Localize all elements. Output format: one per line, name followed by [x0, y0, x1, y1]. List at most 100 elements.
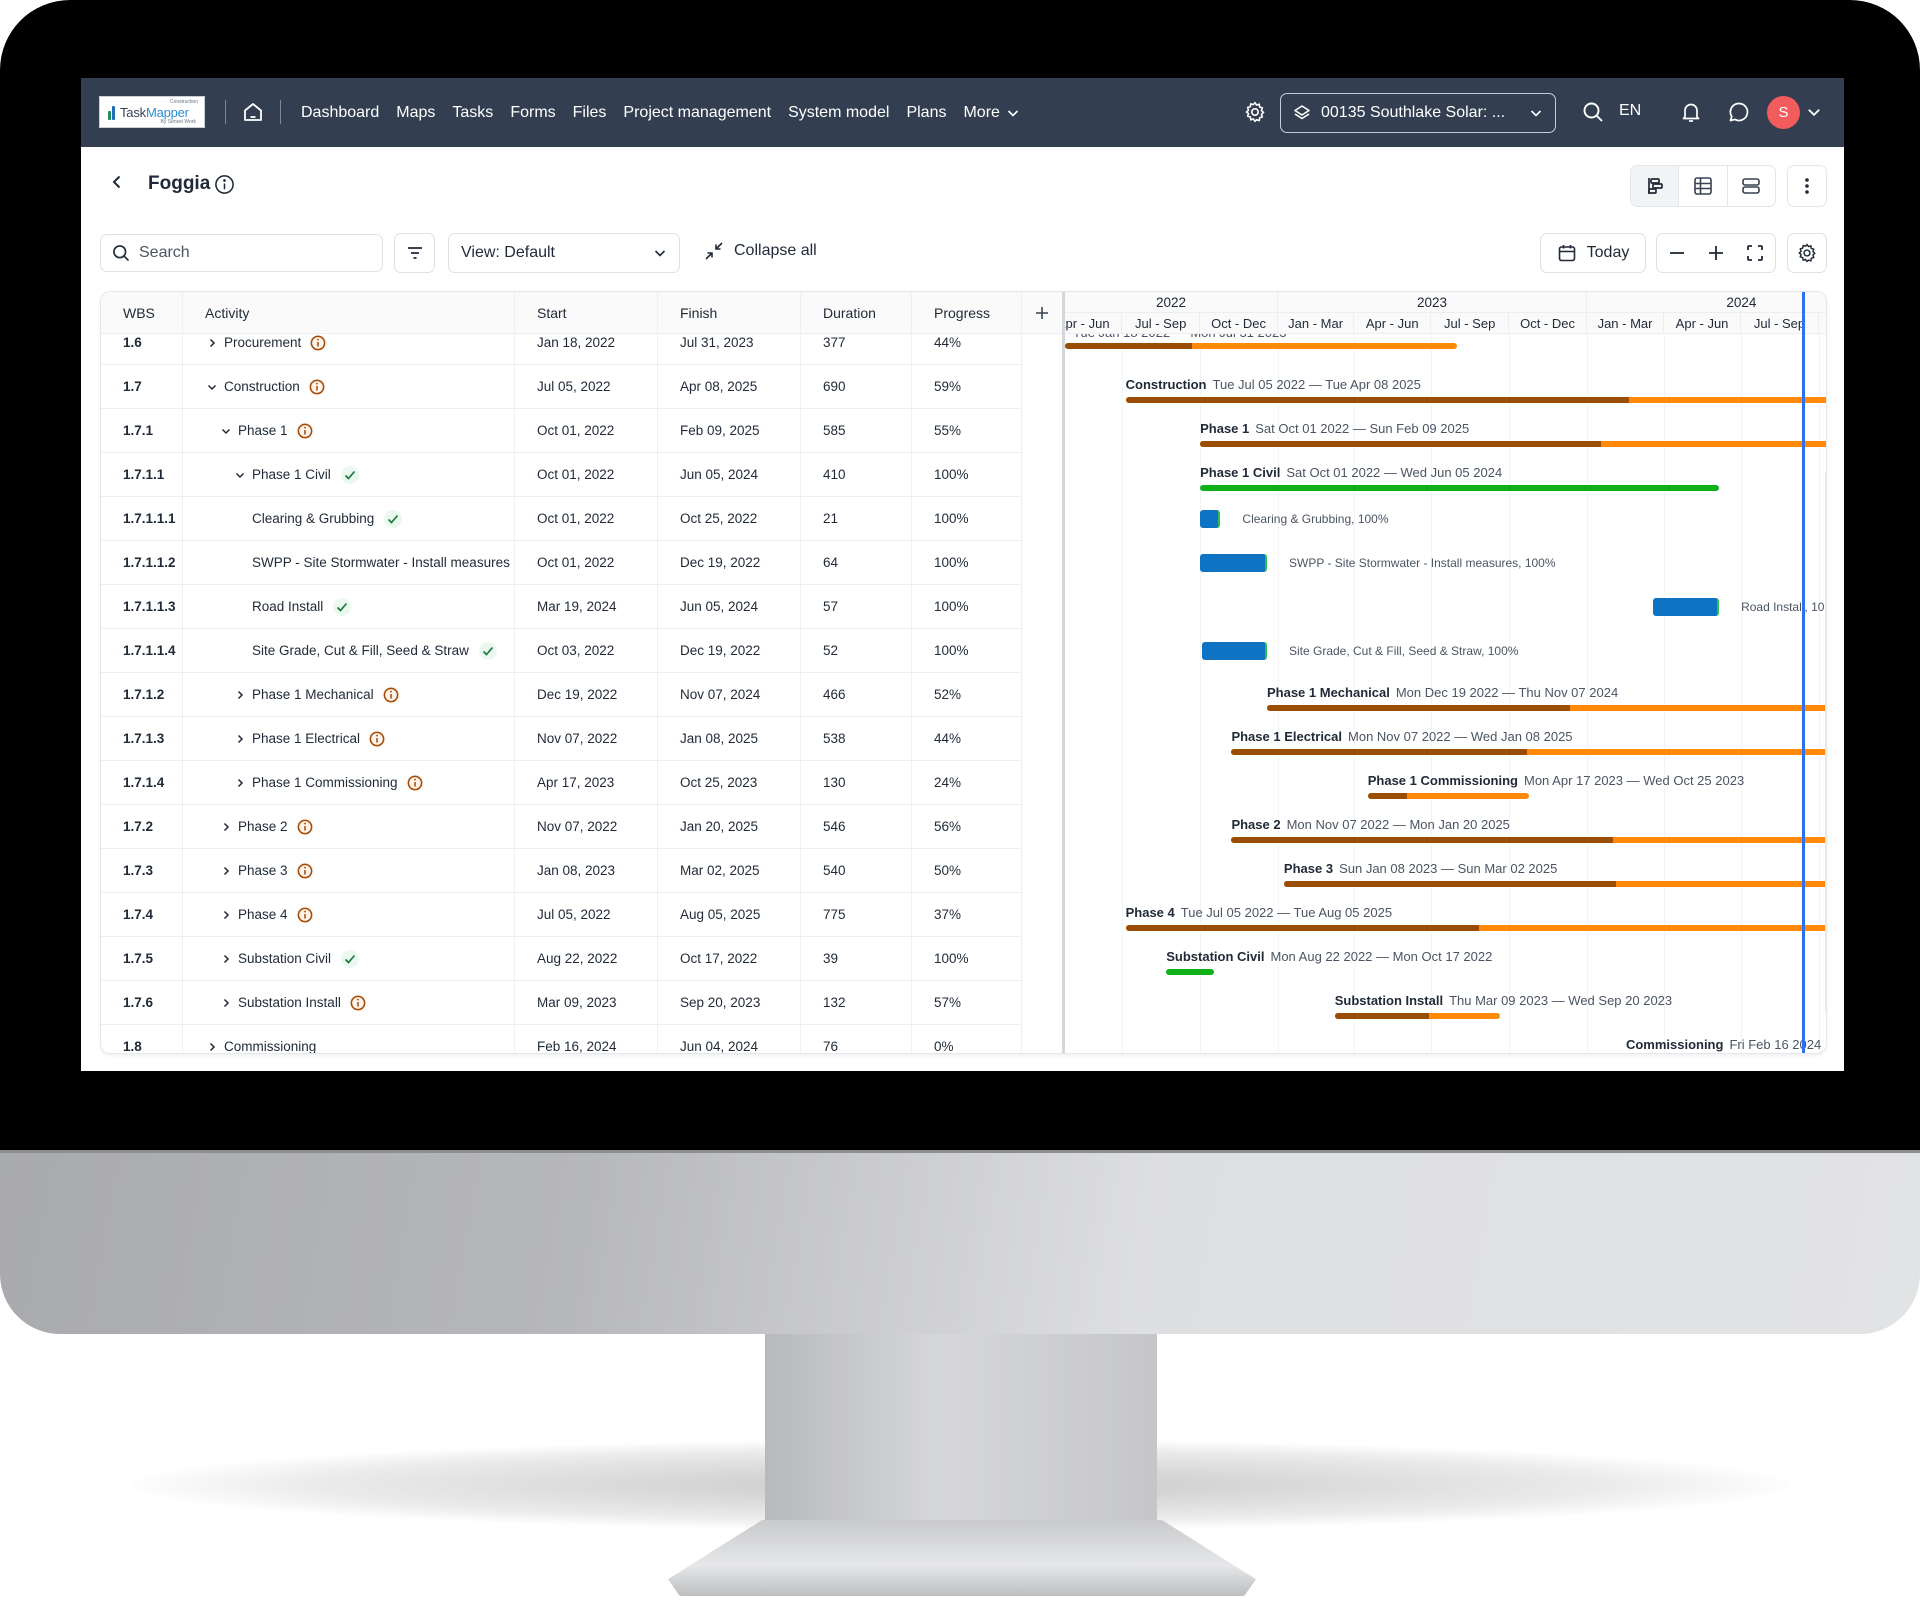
settings-gear-icon[interactable]	[1243, 100, 1267, 124]
gantt-summary-bar[interactable]	[1200, 441, 1826, 447]
gantt-settings-button[interactable]	[1787, 233, 1827, 273]
table-row[interactable]: 1.7.6 Substation Install Mar 09, 2023 Sep 2…	[101, 981, 1022, 1025]
taskmapper-logo[interactable]: TaskMapper Construction By Sensei Work	[99, 96, 205, 128]
nav-link-project-management[interactable]: Project management	[623, 104, 771, 122]
nav-link-maps[interactable]: Maps	[396, 104, 435, 122]
warning-info-icon[interactable]	[349, 994, 367, 1012]
project-selector[interactable]: 00135 Southlake Solar: ...	[1280, 93, 1556, 133]
activity-name[interactable]: Phase 1 Mechanical	[252, 673, 374, 717]
gantt-view-button[interactable]	[1631, 166, 1680, 206]
table-row[interactable]: 1.6 Procurement Jan 18, 2022 Jul 31, 2023 37…	[101, 321, 1022, 365]
warning-info-icon[interactable]	[308, 378, 326, 396]
chevron-right-icon[interactable]	[233, 734, 247, 744]
chevron-right-icon[interactable]	[219, 998, 233, 1008]
warning-info-icon[interactable]	[309, 334, 327, 352]
activity-name[interactable]: Phase 1 Commissioning	[252, 761, 398, 805]
zoom-out-icon[interactable]	[1667, 243, 1687, 263]
gantt-summary-bar[interactable]	[1231, 837, 1826, 843]
activity-name[interactable]: SWPP - Site Stormwater - Install measure…	[252, 541, 510, 585]
table-row[interactable]: 1.7.1.1.3 Road Install Mar 19, 2024 Jun 05,…	[101, 585, 1022, 629]
activity-name[interactable]: Phase 1 Civil	[252, 453, 331, 497]
chevron-right-icon[interactable]	[219, 866, 233, 876]
nav-more-menu[interactable]: More	[963, 104, 1019, 122]
bell-icon[interactable]	[1679, 100, 1703, 124]
collapse-all-button[interactable]: Collapse all	[704, 241, 817, 261]
table-view-button[interactable]	[1679, 166, 1728, 206]
chevron-right-icon[interactable]	[219, 822, 233, 832]
nav-link-tasks[interactable]: Tasks	[452, 104, 493, 122]
gantt-summary-bar[interactable]	[1231, 749, 1826, 755]
table-row[interactable]: 1.7 Construction Jul 05, 2022 Apr 08, 2025 6…	[101, 365, 1022, 409]
activity-name[interactable]: Road Install	[252, 585, 323, 629]
table-row[interactable]: 1.7.3 Phase 3 Jan 08, 2023 Mar 02, 2025 540 5…	[101, 849, 1022, 893]
activity-name[interactable]: Phase 3	[238, 849, 288, 893]
warning-info-icon[interactable]	[296, 818, 314, 836]
more-options-button[interactable]	[1787, 165, 1827, 207]
info-icon[interactable]	[214, 174, 235, 195]
table-row[interactable]: 1.7.1.1 Phase 1 Civil Oct 01, 2022 Jun 05, …	[101, 453, 1022, 497]
chevron-down-icon[interactable]	[205, 382, 219, 392]
warning-info-icon[interactable]	[296, 862, 314, 880]
activity-name[interactable]: Phase 1	[238, 409, 288, 453]
activity-name[interactable]: Procurement	[224, 321, 301, 365]
chevron-right-icon[interactable]	[219, 910, 233, 920]
nav-link-plans[interactable]: Plans	[906, 104, 946, 122]
activity-name[interactable]: Construction	[224, 365, 300, 409]
language-selector[interactable]: EN	[1619, 102, 1641, 120]
activity-name[interactable]: Phase 4	[238, 893, 288, 937]
gantt-task-bar[interactable]	[1200, 510, 1221, 528]
table-row[interactable]: 1.7.1.1.1 Clearing & Grubbing Oct 01, 2022…	[101, 497, 1022, 541]
today-button[interactable]: Today	[1540, 233, 1646, 273]
chevron-right-icon[interactable]	[233, 778, 247, 788]
activity-name[interactable]: Substation Civil	[238, 937, 331, 981]
gantt-scrollbar[interactable]	[1825, 472, 1826, 1012]
search-icon[interactable]	[1581, 100, 1605, 124]
gantt-task-bar[interactable]	[1653, 598, 1720, 616]
table-row[interactable]: 1.7.4 Phase 4 Jul 05, 2022 Aug 05, 2025 775 3…	[101, 893, 1022, 937]
warning-info-icon[interactable]	[368, 730, 386, 748]
view-select[interactable]: View: Default	[448, 233, 680, 273]
table-row[interactable]: 1.7.1.1.4 Site Grade, Cut & Fill, Seed & …	[101, 629, 1022, 673]
add-column-button[interactable]	[1022, 292, 1062, 334]
activity-name[interactable]: Commissioning	[224, 1025, 316, 1053]
chevron-right-icon[interactable]	[205, 338, 219, 348]
user-avatar[interactable]: S	[1767, 96, 1800, 129]
filter-button[interactable]	[394, 233, 435, 273]
warning-info-icon[interactable]	[382, 686, 400, 704]
home-icon[interactable]	[242, 101, 264, 123]
search-input[interactable]	[139, 244, 369, 262]
back-arrow-icon[interactable]	[109, 174, 125, 190]
activity-name[interactable]: Site Grade, Cut & Fill, Seed & Straw	[252, 629, 469, 673]
gantt-summary-bar[interactable]	[1065, 343, 1457, 349]
gantt-summary-bar[interactable]	[1367, 793, 1530, 799]
chevron-down-icon[interactable]	[219, 426, 233, 436]
nav-link-dashboard[interactable]: Dashboard	[301, 104, 379, 122]
fullscreen-icon[interactable]	[1745, 243, 1765, 263]
chevron-down-icon[interactable]	[233, 470, 247, 480]
gantt-summary-bar[interactable]	[1166, 969, 1214, 975]
list-view-button[interactable]	[1728, 166, 1775, 206]
activity-name[interactable]: Clearing & Grubbing	[252, 497, 374, 541]
chevron-right-icon[interactable]	[205, 1042, 219, 1052]
gantt-summary-bar[interactable]	[1266, 705, 1826, 711]
activity-name[interactable]: Phase 2	[238, 805, 288, 849]
table-row[interactable]: 1.7.1.3 Phase 1 Electrical Nov 07, 2022 Jan…	[101, 717, 1022, 761]
table-row[interactable]: 1.7.1.2 Phase 1 Mechanical Dec 19, 2022 Nov…	[101, 673, 1022, 717]
chevron-right-icon[interactable]	[233, 690, 247, 700]
nav-link-forms[interactable]: Forms	[510, 104, 555, 122]
gantt-summary-bar[interactable]	[1334, 1013, 1500, 1019]
table-row[interactable]: 1.7.1.4 Phase 1 Commissioning Apr 17, 2023…	[101, 761, 1022, 805]
table-row[interactable]: 1.7.5 Substation Civil Aug 22, 2022 Oct 17,…	[101, 937, 1022, 981]
table-row[interactable]: 1.7.1 Phase 1 Oct 01, 2022 Feb 09, 2025 585 5…	[101, 409, 1022, 453]
zoom-in-icon[interactable]	[1706, 243, 1726, 263]
warning-info-icon[interactable]	[406, 774, 424, 792]
table-row[interactable]: 1.7.2 Phase 2 Nov 07, 2022 Jan 20, 2025 546 5…	[101, 805, 1022, 849]
gantt-summary-bar[interactable]	[1125, 397, 1826, 403]
gantt-summary-bar[interactable]	[1125, 925, 1826, 931]
gantt-task-bar[interactable]	[1201, 642, 1267, 660]
table-row[interactable]: 1.8 Commissioning Feb 16, 2024 Jun 04, 2024…	[101, 1025, 1022, 1053]
chevron-down-icon[interactable]	[1806, 104, 1822, 120]
nav-link-files[interactable]: Files	[573, 104, 607, 122]
gantt-summary-bar[interactable]	[1200, 485, 1720, 491]
nav-link-system-model[interactable]: System model	[788, 104, 889, 122]
